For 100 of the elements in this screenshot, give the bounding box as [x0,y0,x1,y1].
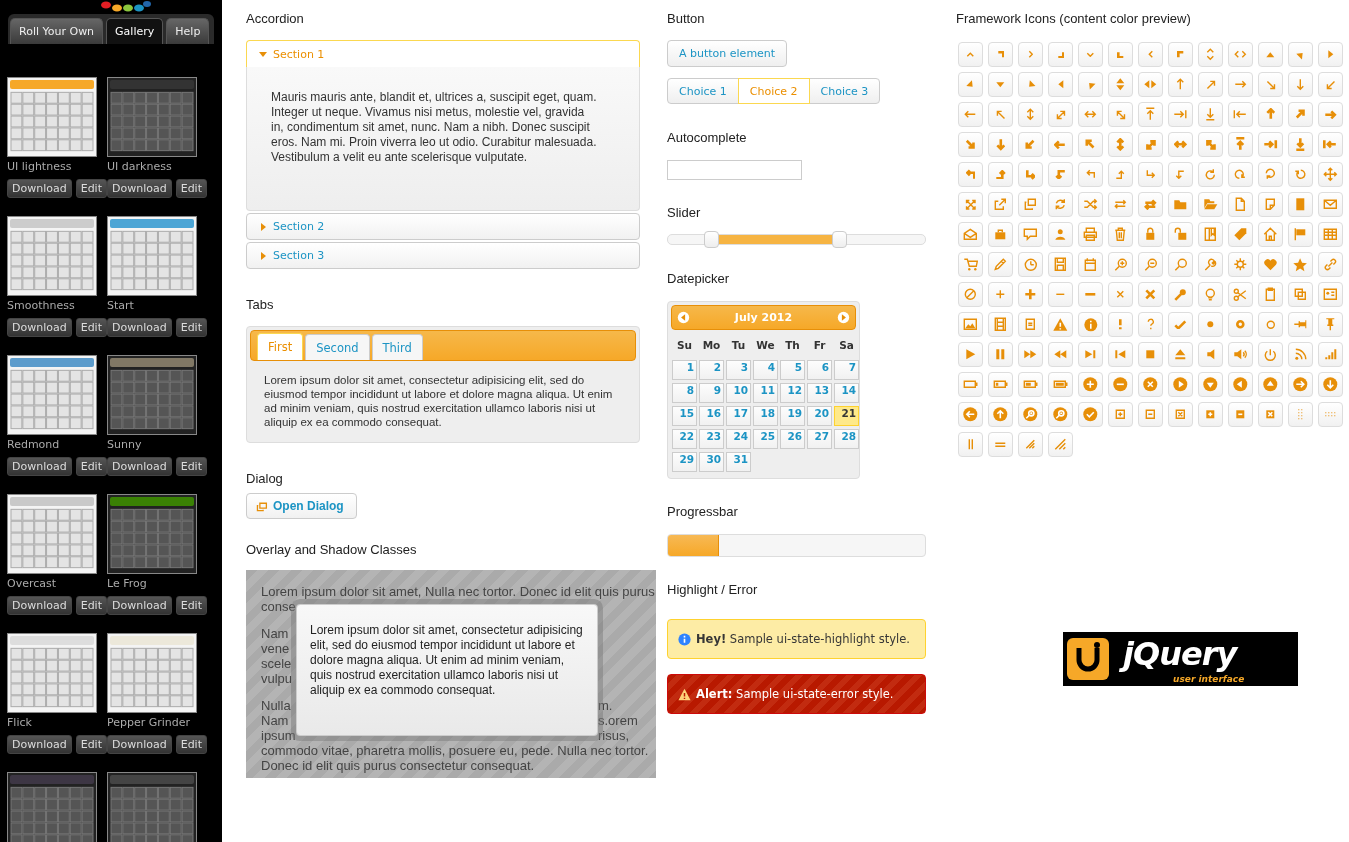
overlay-text: vene [261,641,290,656]
edit-button[interactable]: Edit [175,735,207,754]
day-cell[interactable]: 4 [753,360,778,380]
edit-button[interactable]: Edit [75,596,107,615]
overlay-text: Lorem ipsum dolor sit amet, Nulla nec tortor. Donec id elit quis purus [261,584,655,599]
day-cell[interactable]: 13 [807,383,832,403]
day-cell[interactable]: 12 [780,383,805,403]
accordion-header[interactable]: Section 2 [246,213,640,240]
day-cell[interactable]: 8 [672,383,697,403]
section-heading: Slider [667,206,702,220]
download-button[interactable]: Download [7,596,72,615]
theme-name: Start [107,299,135,313]
theme-name: UI lightness [7,160,73,174]
section-heading: Datepicker [667,272,731,286]
section-heading: Tabs [246,298,275,312]
day-cell[interactable]: 9 [699,383,724,403]
edit-button[interactable]: Edit [175,179,207,198]
tab[interactable]: First [257,333,304,360]
overlay-text: ipsum [261,728,296,743]
month-title: July 2012 [734,311,793,324]
day-cell[interactable]: 30 [699,452,724,472]
download-button[interactable]: Download [107,596,172,615]
tab[interactable]: Third [371,334,423,360]
download-button[interactable]: Download [107,179,172,198]
section-heading: Autocomplete [667,131,748,145]
download-button[interactable]: Download [7,457,72,476]
day-cell[interactable]: 6 [807,360,832,380]
edit-button[interactable]: Edit [75,318,107,337]
day-cell[interactable]: 19 [780,406,805,426]
section-heading: Overlay and Shadow Classes [246,543,418,557]
download-button[interactable]: Download [7,179,72,198]
gallery-tab[interactable]: Help [166,18,210,44]
accordion-header[interactable]: Section 3 [246,242,640,269]
day-cell[interactable]: 20 [807,406,832,426]
day-cell[interactable]: 16 [699,406,724,426]
gallery-tab[interactable]: Roll Your Own [10,18,104,44]
edit-button[interactable]: Edit [75,457,107,476]
theme-name: Sunny [107,438,143,452]
edit-button[interactable]: Edit [75,179,107,198]
button[interactable]: A button element [667,40,788,67]
edit-button[interactable]: Edit [75,735,107,754]
overlay-text: s.orem [598,713,638,728]
day-cell[interactable]: 26 [780,429,805,449]
accordion-header[interactable]: Section 1 [246,40,640,67]
day-cell[interactable]: 1 [672,360,697,380]
section-heading: Progressbar [667,505,739,519]
message-text: Alert: Sample ui-state-error style. [696,687,894,701]
day-cell[interactable]: 5 [780,360,805,380]
overlay-text: vulpu [261,671,293,686]
day-cell[interactable]: 15 [672,406,697,426]
theme-name: Flick [7,716,33,730]
day-cell[interactable]: 21 [834,406,859,426]
day-cell[interactable]: 2 [699,360,724,380]
weekday-label: Sa [838,338,855,353]
choice-button[interactable]: Choice 3 [808,78,881,104]
theme-name: Pepper Grinder [107,716,192,730]
day-cell[interactable]: 23 [699,429,724,449]
download-button[interactable]: Download [107,457,172,476]
section-heading: Framework Icons (content color preview) [956,12,1192,26]
day-cell[interactable]: 27 [807,429,832,449]
tab[interactable]: Second [305,334,370,360]
edit-button[interactable]: Edit [175,596,207,615]
day-cell[interactable]: 14 [834,383,859,403]
day-cell[interactable]: 25 [753,429,778,449]
day-cell[interactable]: 3 [726,360,751,380]
weekday-label: Th [784,338,801,353]
day-cell[interactable]: 17 [726,406,751,426]
edit-button[interactable]: Edit [175,318,207,337]
weekday-label: We [755,338,776,353]
download-button[interactable]: Download [7,735,72,754]
choice-button[interactable]: Choice 2 [737,78,810,104]
overlay-text: Nam [261,626,289,641]
theme-name: Overcast [7,577,58,591]
day-cell[interactable]: 11 [753,383,778,403]
message-text: Hey! Sample ui-state-highlight style. [696,632,910,646]
download-button[interactable]: Download [107,318,172,337]
day-cell[interactable]: 22 [672,429,697,449]
logo-wordmark: jQuery [1117,634,1245,674]
section-heading: Button [667,12,706,26]
choice-button[interactable]: Choice 1 [667,78,739,104]
day-cell[interactable]: 18 [753,406,778,426]
download-button[interactable]: Download [7,318,72,337]
open-dialog-button[interactable]: Open Dialog [246,493,357,519]
day-cell[interactable]: 24 [726,429,751,449]
gallery-tab[interactable]: Gallery [106,18,164,44]
overlay-text: scele [261,656,292,671]
day-cell[interactable]: 10 [726,383,751,403]
theme-name: Smoothness [7,299,76,313]
edit-button[interactable]: Edit [175,457,207,476]
logo-tagline: user interface [1173,674,1245,684]
weekday-label: Tu [730,338,747,353]
overlay-text: Donec id elit quis purus consectetur consequat. [261,758,535,773]
overlay-text: commodo vitae, pharetra mollis, posuere eu, pede. Nulla nec tortor. [261,743,649,758]
day-cell[interactable]: 28 [834,429,859,449]
download-button[interactable]: Download [107,735,172,754]
day-cell[interactable]: 31 [726,452,751,472]
panel-text: Mauris mauris ante, blandit et, ultrices a, suscipit eget, quam. Integer ut neque. Vivamus nisi metus, molestie vel, gravida in, condimentum sit amet, nunc. Nam a nibh. Donec suscipit eros. Nam mi. Proin viverra leo ut odio. Curabitur malesuada. Vestibulum a velit eu ante scelerisque vulputate. [271,90,598,165]
day-cell[interactable]: 7 [834,360,859,380]
day-cell[interactable]: 29 [672,452,697,472]
section-heading: Accordion [246,12,305,26]
